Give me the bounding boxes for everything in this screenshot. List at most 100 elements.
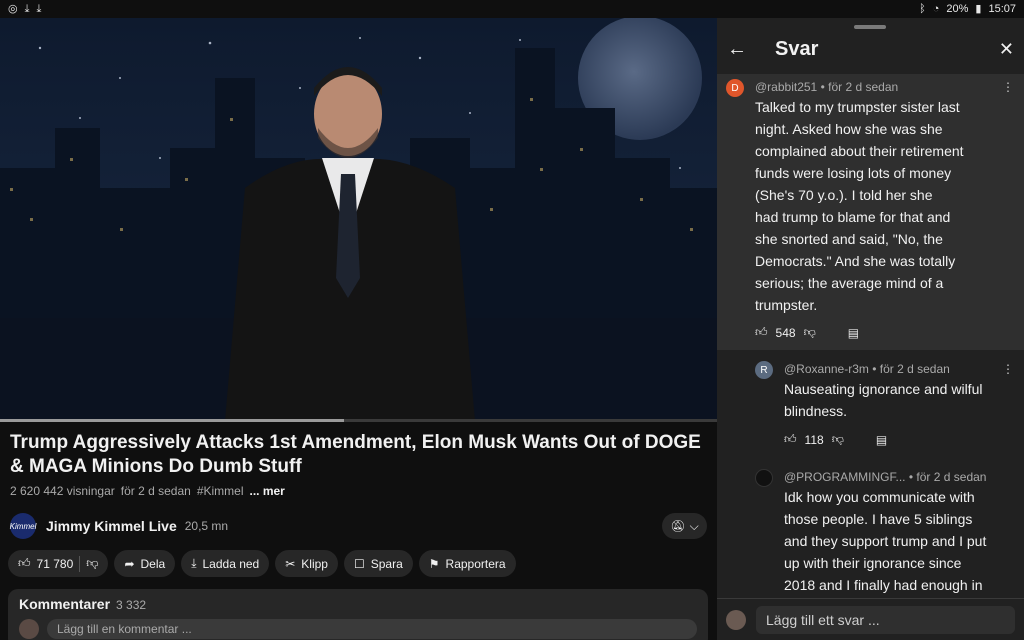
scissors-icon: ✂: [285, 556, 296, 571]
bookmark-icon: ☐: [353, 556, 365, 571]
channel-name[interactable]: Jimmy Kimmel Live: [46, 518, 177, 534]
like-count[interactable]: 71 780: [37, 557, 74, 571]
download-button[interactable]: ⤓ Ladda ned: [181, 550, 270, 577]
user-avatar: [19, 619, 39, 639]
thumbs-up-icon[interactable]: 👍︎: [784, 432, 797, 447]
view-count: 2 620 442 visningar: [10, 484, 115, 498]
avatar-letter: R: [760, 364, 768, 376]
comment-header: @rabbit251 • för 2 d sedan: [755, 80, 898, 94]
video-frame: [0, 18, 717, 421]
save-label: Spara: [370, 556, 403, 571]
thumbs-up-icon[interactable]: 👍︎: [755, 325, 768, 340]
video-meta[interactable]: 2 620 442 visningar för 2 d sedan #Kimme…: [10, 484, 285, 498]
status-left: ◎ ⤓ ⤓: [8, 2, 42, 15]
comment-body: Nauseating ignorance and wilful blindnes…: [784, 378, 1016, 422]
parent-comment: D @rabbit251 • för 2 d sedan ⋮ Talked to…: [717, 74, 1024, 350]
add-reply-input[interactable]: Lägg till ett svar ...: [756, 605, 1015, 634]
replies-panel: ← Svar ✕ D @rabbit251 • för 2 d sedan ⋮ …: [717, 18, 1024, 640]
comment-age: • för 2 d sedan: [820, 80, 899, 94]
battery-level: 20%: [946, 3, 969, 15]
commenter-avatar[interactable]: R: [755, 361, 773, 379]
download-label: Ladda ned: [202, 556, 260, 571]
more-options-icon[interactable]: ⋮: [1002, 362, 1014, 376]
comment-line: she snorted and said, "No, the: [755, 231, 943, 247]
status-bar: ◎ ⤓ ⤓ ᛒ ◔ 20% ▮ 15:07: [0, 0, 1024, 18]
comment-line: 2018 and I finally had enough in: [784, 577, 983, 593]
channel-row: Kimmel Jimmy Kimmel Live 20,5 mn 🔕︎ ⌵: [10, 512, 707, 540]
comment-line: up with their ignorance since: [784, 555, 962, 571]
like-dislike-group: 👍︎ 71 780 👎︎: [8, 550, 109, 577]
comment-body: Idk how you communicate with those peopl…: [784, 486, 1016, 596]
comment-header: @PROGRAMMINGF... • för 2 d sedan: [784, 470, 986, 484]
video-title: Trump Aggressively Attacks 1st Amendment…: [10, 432, 701, 477]
comment-actions: 👍︎ 118 👎︎ ▤: [784, 432, 887, 447]
close-icon[interactable]: ✕: [999, 39, 1014, 60]
share-label: Dela: [140, 556, 166, 571]
hashtag-link[interactable]: #Kimmel: [197, 484, 244, 498]
reply-icon[interactable]: ▤: [848, 326, 859, 340]
comment-age: • för 2 d sedan: [872, 362, 950, 376]
comment-line: funds were losing lots of money: [755, 165, 952, 181]
download-icon: ⤓: [191, 556, 197, 570]
comment-line: trumpster.: [755, 297, 818, 313]
comment-actions: 👍︎ 548 👎︎ ▤: [755, 325, 859, 340]
battery-icon: ▮: [975, 2, 982, 15]
like-count: 548: [775, 325, 796, 340]
like-count: 118: [804, 432, 824, 447]
comment-line: Nauseating ignorance and wilful: [784, 381, 983, 397]
video-progress-bar[interactable]: [0, 419, 717, 422]
comment-author[interactable]: @PROGRAMMINGF...: [784, 470, 906, 484]
comments-header: Kommentarer 3 332: [19, 596, 697, 612]
clip-label: Klipp: [301, 556, 328, 571]
video-player[interactable]: [0, 18, 717, 421]
comment-line: had trump to blame for that and: [755, 209, 951, 225]
video-progress-fill: [0, 419, 345, 422]
divider: [79, 555, 81, 572]
save-button[interactable]: ☐ Spara: [343, 550, 413, 577]
add-comment-input[interactable]: Lägg till en kommentar ...: [47, 619, 697, 639]
replies-header: ← Svar ✕: [717, 32, 1024, 66]
subscriber-count: 20,5 mn: [184, 519, 229, 533]
commenter-avatar[interactable]: [755, 469, 773, 487]
share-button[interactable]: ➦ Dela: [114, 550, 176, 577]
thumbs-down-icon[interactable]: 👎︎: [832, 432, 844, 447]
thumbs-up-icon[interactable]: 👍︎: [18, 556, 31, 571]
comment-line: serious; the average mind of a: [755, 275, 944, 291]
flag-icon: ⚑: [428, 556, 440, 571]
comment-line: those people. I have 5 siblings: [784, 511, 973, 527]
channel-avatar[interactable]: Kimmel: [10, 513, 36, 539]
download-icon: ⤓: [24, 2, 30, 15]
thumbs-down-icon[interactable]: 👎︎: [86, 556, 98, 571]
report-button[interactable]: ⚑ Rapportera: [418, 550, 516, 577]
report-label: Rapportera: [445, 556, 506, 571]
comment-line: Idk how you communicate with: [784, 489, 975, 505]
comments-section[interactable]: Kommentarer 3 332 Lägg till en kommentar…: [8, 589, 708, 640]
more-link[interactable]: ... mer: [250, 484, 285, 498]
comment-line: (She's 70 y.o.). I told her she: [755, 187, 933, 203]
drag-handle[interactable]: [854, 25, 886, 29]
user-avatar: [726, 609, 746, 630]
action-bar: 👍︎ 71 780 👎︎ ➦ Dela ⤓ Ladda ned ✂ Klipp …: [8, 550, 516, 577]
notification-bell-button[interactable]: 🔕︎ ⌵: [662, 513, 707, 539]
add-comment-row: Lägg till en kommentar ...: [19, 619, 697, 639]
bluetooth-icon: ᛒ: [919, 2, 926, 15]
comment-age: • för 2 d sedan: [908, 470, 987, 484]
comment-line: Democrats." And she was totally: [755, 253, 956, 269]
comment-body: Talked to my trumpster sister last night…: [755, 96, 1017, 316]
download-icon: ⤓: [36, 2, 42, 15]
clip-button[interactable]: ✂ Klipp: [275, 550, 338, 577]
more-options-icon[interactable]: ⋮: [1002, 80, 1014, 94]
sync-icon: ◎: [8, 2, 18, 15]
replies-title: Svar: [775, 37, 819, 60]
back-arrow-icon[interactable]: ←: [725, 38, 749, 61]
comment-author[interactable]: @rabbit251: [755, 80, 817, 94]
comment-line: and they support trump and I put: [784, 533, 987, 549]
thumbs-down-icon[interactable]: 👎︎: [804, 325, 816, 340]
comment-author[interactable]: @Roxanne-r3m: [784, 362, 869, 376]
share-icon: ➦: [124, 556, 135, 571]
reply-icon[interactable]: ▤: [876, 433, 887, 447]
comments-count: 3 332: [116, 598, 147, 612]
comment-line: blindness.: [784, 403, 848, 419]
commenter-avatar[interactable]: D: [726, 79, 744, 97]
comment-header: @Roxanne-r3m • för 2 d sedan: [784, 362, 950, 376]
